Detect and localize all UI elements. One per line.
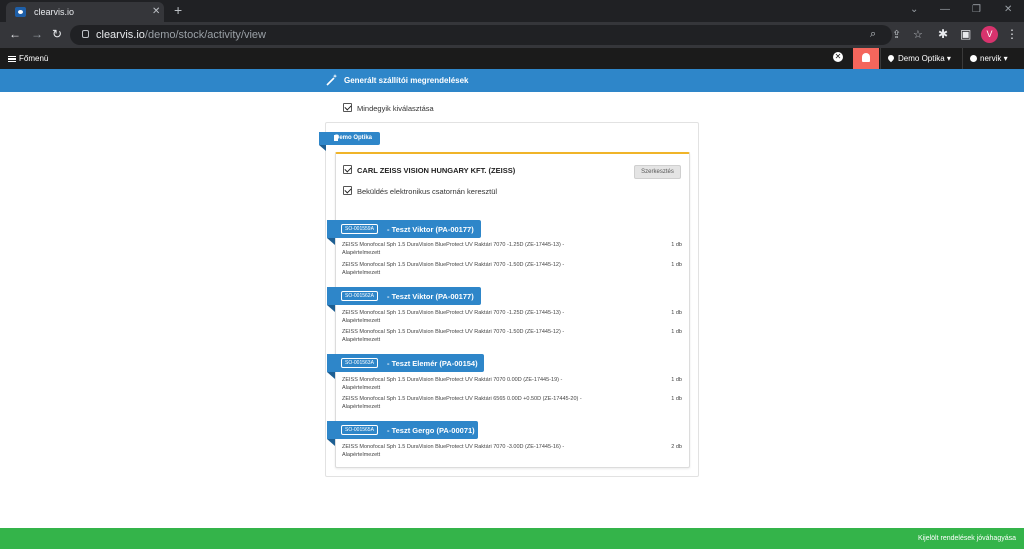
back-arrow-icon[interactable]: ← (9, 27, 21, 41)
zoom-icon[interactable]: ⌕ (870, 28, 876, 41)
main-menu-button[interactable]: Főmenü (8, 54, 48, 63)
lock-icon (82, 30, 89, 38)
order-ribbon[interactable]: SO-001559A - Teszt Viktor (PA-00177) (327, 220, 481, 245)
order-item: ZEISS Monofocal Sph 1.5 DuraVision BlueP… (342, 310, 565, 324)
restore-icon[interactable]: ❐ (972, 4, 981, 15)
order-item: ZEISS Monofocal Sph 1.5 DuraVision BlueP… (342, 377, 563, 391)
item-quantity: 1 db (671, 329, 682, 335)
item-quantity: 1 db (671, 377, 682, 383)
so-number-badge: SO-001565A (341, 425, 378, 435)
browser-tab-strip: clearvis.io ✕ + ⌄ — ❐ ✕ (0, 0, 1024, 22)
app-top-nav: Főmenü ✕ Demo Optika ▾ nervik ▾ (0, 48, 1024, 69)
order-item: ZEISS Monofocal Sph 1.5 DuraVision BlueP… (342, 262, 565, 276)
user-icon (970, 55, 977, 62)
store-ribbon: Demo Optika (319, 132, 381, 151)
supplier-checkbox[interactable] (343, 165, 352, 174)
chevron-down-icon[interactable]: ⌄ (910, 4, 918, 15)
item-quantity: 1 db (671, 242, 682, 248)
share-icon[interactable]: ⇪ (892, 28, 901, 41)
clearvis-favicon-icon (15, 7, 26, 17)
location-pin-icon (886, 53, 896, 63)
minimize-icon[interactable]: — (940, 4, 950, 15)
order-ribbon[interactable]: SO-001563A - Teszt Elemér (PA-00154) (327, 354, 484, 379)
user-menu[interactable]: nervik ▾ (970, 54, 1008, 63)
new-tab-icon[interactable]: + (174, 2, 182, 18)
user-menu-label: nervik (980, 54, 1002, 63)
bookmark-star-icon[interactable]: ☆ (913, 28, 923, 41)
building-icon (334, 135, 338, 141)
store-selector[interactable]: Demo Optika ▾ (886, 53, 951, 63)
approve-selected-orders-button[interactable]: Kijelölt rendelések jóváhagyása (918, 535, 1016, 542)
order-item: ZEISS Monofocal Sph 1.5 DuraVision BlueP… (342, 444, 565, 458)
tab-title: clearvis.io (34, 7, 75, 17)
url: clearvis.io/demo/stock/activity/view (96, 29, 266, 41)
side-panel-icon[interactable]: ▣ (960, 27, 971, 41)
caret-down-icon: ▾ (946, 54, 951, 63)
order-item: ZEISS Monofocal Sph 1.5 DuraVision BlueP… (342, 396, 582, 410)
electronic-send-checkbox[interactable] (343, 186, 352, 195)
item-quantity: 1 db (671, 310, 682, 316)
address-bar[interactable]: clearvis.io/demo/stock/activity/view ⌕ ⇪… (70, 25, 923, 45)
order-ribbon[interactable]: SO-001565A - Teszt Gergo (PA-00071) (327, 421, 478, 446)
edit-button[interactable]: Szerkesztés (634, 165, 681, 179)
order-title: - Teszt Viktor (PA-00177) (387, 292, 474, 301)
select-all-checkbox[interactable] (343, 103, 352, 112)
hamburger-icon (8, 56, 16, 62)
approve-bar: Kijelölt rendelések jóváhagyása (0, 528, 1024, 549)
close-circle-icon[interactable]: ✕ (833, 52, 843, 62)
caret-down-icon: ▾ (1003, 54, 1008, 63)
close-tab-icon[interactable]: ✕ (152, 6, 160, 17)
nav-divider (962, 48, 963, 69)
order-item: ZEISS Monofocal Sph 1.5 DuraVision BlueP… (342, 329, 565, 343)
electronic-send-label: Beküldés elektronikus csatornán keresztü… (357, 187, 498, 196)
browser-tab[interactable]: clearvis.io ✕ (6, 2, 164, 22)
order-title: - Teszt Gergo (PA-00071) (387, 426, 475, 435)
order-title: - Teszt Viktor (PA-00177) (387, 225, 474, 234)
close-window-icon[interactable]: ✕ (1004, 4, 1012, 15)
order-ribbon[interactable]: SO-001562A - Teszt Viktor (PA-00177) (327, 287, 481, 312)
nav-divider (880, 48, 881, 69)
so-number-badge: SO-001563A (341, 358, 378, 368)
item-quantity: 2 db (671, 444, 682, 450)
magic-wand-icon (326, 74, 338, 86)
order-title: - Teszt Elemér (PA-00154) (387, 359, 478, 368)
store-name: Demo Optika (335, 135, 373, 141)
browser-toolbar: ← → ↻ clearvis.io/demo/stock/activity/vi… (0, 22, 1024, 48)
profile-avatar[interactable]: V (981, 26, 998, 43)
notifications-button[interactable] (853, 48, 879, 69)
page-header: Generált szállítói megrendelések (0, 69, 1024, 92)
main-menu-label: Főmenü (19, 54, 49, 63)
item-quantity: 1 db (671, 396, 682, 402)
item-quantity: 1 db (671, 262, 682, 268)
forward-arrow-icon[interactable]: → (31, 27, 43, 41)
select-all-label: Mindegyik kiválasztása (357, 104, 434, 113)
bell-icon (862, 53, 870, 62)
page-title: Generált szállítói megrendelések (344, 76, 469, 85)
browser-menu-icon[interactable]: ⋮ (1006, 27, 1018, 41)
reload-icon[interactable]: ↻ (52, 27, 62, 41)
supplier-name: CARL ZEISS VISION HUNGARY KFT. (ZEISS) (357, 166, 516, 175)
so-number-badge: SO-001559A (341, 224, 378, 234)
so-number-badge: SO-001562A (341, 291, 378, 301)
extensions-puzzle-icon[interactable]: ✱ (938, 27, 948, 41)
order-item: ZEISS Monofocal Sph 1.5 DuraVision BlueP… (342, 242, 565, 256)
store-selector-label: Demo Optika (898, 54, 945, 63)
